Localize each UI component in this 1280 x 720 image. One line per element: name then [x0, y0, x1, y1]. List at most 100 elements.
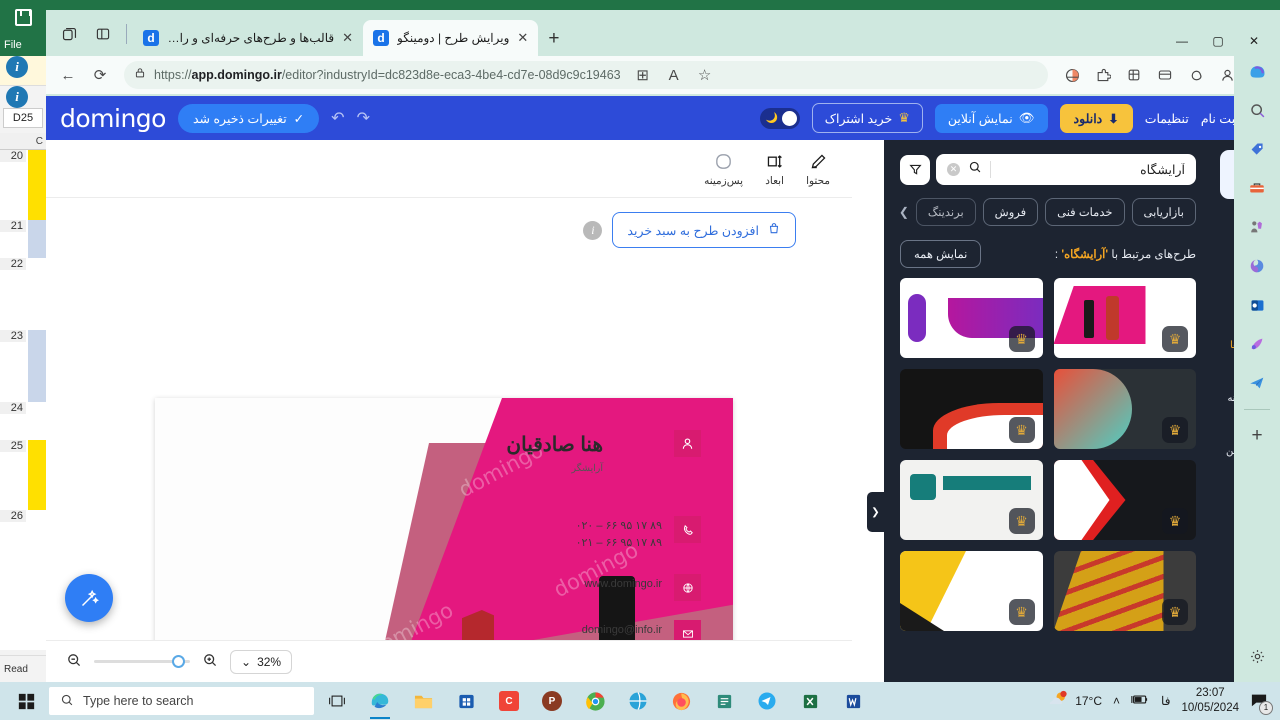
- table-row[interactable]: 22: [0, 258, 46, 330]
- table-row[interactable]: 21: [0, 220, 46, 258]
- online-preview-button[interactable]: 👁 نمایش آنلاین: [934, 103, 1048, 133]
- tab-overview-icon[interactable]: [52, 17, 86, 51]
- filter-icon[interactable]: [900, 154, 930, 185]
- show-hidden-icons[interactable]: ˄: [1113, 694, 1120, 708]
- split-screen-icon[interactable]: [86, 17, 120, 51]
- taskbar-file-explorer-icon[interactable]: [403, 682, 443, 720]
- search-icon[interactable]: [968, 160, 982, 179]
- shopping-tag-icon[interactable]: [1244, 136, 1270, 162]
- info-icon[interactable]: i: [583, 220, 603, 240]
- taskbar-excel-icon[interactable]: [790, 682, 830, 720]
- games-icon[interactable]: [1244, 214, 1270, 240]
- reload-icon[interactable]: ⟳: [86, 61, 114, 89]
- copilot-icon[interactable]: [1244, 58, 1270, 84]
- taskbar-store-icon[interactable]: [446, 682, 486, 720]
- send-telegram-icon[interactable]: [1244, 370, 1270, 396]
- save-icon[interactable]: [14, 8, 32, 26]
- minimize-button[interactable]: —: [1164, 28, 1200, 54]
- zoom-in-icon[interactable]: [202, 652, 218, 672]
- cell[interactable]: [28, 150, 46, 220]
- template-thumbnail[interactable]: ♛: [1053, 278, 1196, 358]
- designer-icon[interactable]: [1244, 253, 1270, 279]
- task-view-button[interactable]: [317, 682, 357, 720]
- cell[interactable]: [28, 330, 46, 402]
- add-sidebar-icon[interactable]: +: [1244, 423, 1270, 449]
- taskbar-camtasia-icon[interactable]: C: [489, 682, 529, 720]
- template-thumbnail[interactable]: ♛: [900, 278, 1043, 358]
- undo-icon[interactable]: ↶: [331, 108, 344, 128]
- tool-dimensions[interactable]: ابعاد: [765, 150, 784, 187]
- taskbar-chrome-icon[interactable]: [575, 682, 615, 720]
- template-thumbnail[interactable]: ♛: [1053, 369, 1196, 449]
- clear-search-icon[interactable]: ✕: [947, 163, 960, 176]
- search-icon[interactable]: [1244, 97, 1270, 123]
- excel-file-menu[interactable]: File: [0, 34, 46, 56]
- browser-essentials-2-icon[interactable]: [1151, 61, 1179, 89]
- split-icon[interactable]: ⊞: [629, 61, 657, 89]
- excel-name-box[interactable]: D25: [3, 108, 43, 128]
- settings-link[interactable]: تنظیمات: [1145, 111, 1189, 126]
- new-tab-button[interactable]: +: [538, 28, 569, 50]
- maximize-button[interactable]: ▢: [1200, 28, 1236, 54]
- zoom-level-select[interactable]: ⌄ 32%: [230, 649, 293, 674]
- slider-handle[interactable]: [172, 655, 185, 668]
- template-thumbnail[interactable]: ♛: [900, 460, 1043, 540]
- media-icon[interactable]: [1244, 331, 1270, 357]
- table-row[interactable]: 23: [0, 330, 46, 402]
- outlook-icon[interactable]: [1244, 292, 1270, 318]
- collections-icon[interactable]: [1120, 61, 1148, 89]
- address-bar[interactable]: https://app.domingo.ir/editor?industryId…: [124, 61, 1048, 89]
- saved-status-button[interactable]: ✓ تغییرات ذخیره شد: [177, 103, 320, 133]
- subscribe-button[interactable]: ♛ خرید اشتراک: [811, 103, 923, 133]
- chip-sales[interactable]: فروش: [982, 198, 1039, 226]
- template-thumbnail[interactable]: ♛: [1053, 460, 1196, 540]
- battery-icon[interactable]: [1131, 693, 1150, 709]
- taskbar-search[interactable]: Type here to search: [49, 687, 314, 715]
- read-aloud-icon[interactable]: A: [660, 61, 688, 89]
- extensions-icon[interactable]: [1089, 61, 1117, 89]
- table-row[interactable]: 25: [0, 440, 46, 510]
- zoom-out-icon[interactable]: [66, 652, 82, 672]
- cell[interactable]: [28, 402, 46, 440]
- template-thumbnail[interactable]: ♛: [1053, 551, 1196, 631]
- chip-marketing[interactable]: بازاریابی: [1131, 198, 1196, 226]
- table-row[interactable]: 24: [0, 402, 46, 440]
- magic-wand-button[interactable]: [65, 574, 113, 622]
- tool-background[interactable]: پس‌زمینه: [704, 150, 743, 187]
- redo-icon[interactable]: ↷: [357, 108, 370, 128]
- start-button[interactable]: [6, 682, 46, 720]
- cell[interactable]: [28, 440, 46, 510]
- cell[interactable]: [28, 510, 46, 550]
- panel-toggle-handle[interactable]: ❯: [867, 492, 884, 532]
- chevron-left-icon[interactable]: ❮: [899, 205, 909, 219]
- cell[interactable]: [28, 220, 46, 258]
- taskbar-browser-icon[interactable]: [618, 682, 658, 720]
- zoom-slider[interactable]: [94, 655, 190, 668]
- gear-icon[interactable]: [1249, 648, 1266, 670]
- close-icon[interactable]: ✕: [517, 30, 528, 46]
- taskbar-notepad-icon[interactable]: [704, 682, 744, 720]
- chip-technical-services[interactable]: خدمات فنی: [1045, 198, 1125, 226]
- taskbar-app-p-icon[interactable]: P: [532, 682, 572, 720]
- language-indicator[interactable]: فا: [1161, 694, 1170, 708]
- tool-content[interactable]: محتوا: [806, 150, 830, 187]
- chip-branding[interactable]: برندینگ: [915, 198, 976, 226]
- search-input[interactable]: [999, 162, 1185, 177]
- browser-tab-templates[interactable]: d قالب‌ها و طرح‌های حرفه‌ای و رایگان ✕: [133, 20, 363, 56]
- search-box[interactable]: ✕: [936, 154, 1196, 185]
- download-button[interactable]: ⬇ دانلود: [1059, 103, 1133, 133]
- table-row[interactable]: 20: [0, 150, 46, 220]
- template-thumbnail[interactable]: ♛: [900, 369, 1043, 449]
- taskbar-word-icon[interactable]: [833, 682, 873, 720]
- design-canvas[interactable]: domingo domingo domingo domingo domingo: [46, 250, 852, 682]
- tools-toolbox-icon[interactable]: [1244, 175, 1270, 201]
- show-all-button[interactable]: نمایش همه: [900, 240, 982, 268]
- back-icon[interactable]: ←: [54, 61, 82, 89]
- add-to-cart-button[interactable]: افزودن طرح به سبد خرید: [612, 212, 796, 248]
- close-icon[interactable]: ✕: [342, 30, 353, 46]
- taskbar-edge-icon[interactable]: [360, 682, 400, 720]
- weather-widget[interactable]: 17°C: [1047, 690, 1102, 712]
- taskbar-firefox-icon[interactable]: [661, 682, 701, 720]
- favorite-star-icon[interactable]: ☆: [691, 61, 719, 89]
- domingo-logo[interactable]: domingo: [60, 104, 166, 133]
